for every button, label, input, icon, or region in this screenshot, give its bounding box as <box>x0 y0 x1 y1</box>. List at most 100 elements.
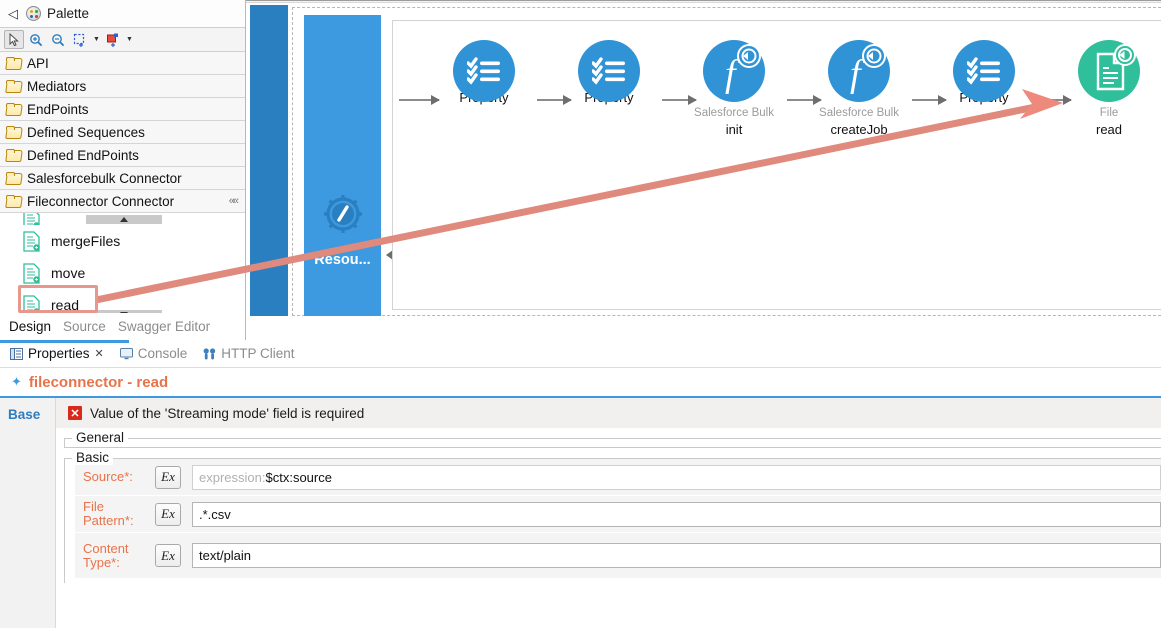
node-file-read[interactable]: File read <box>1066 34 1152 142</box>
source-input[interactable]: expression: $ctx:source <box>192 464 1161 490</box>
field-row-file-pattern: File Pattern*: Ex .*.csv <box>75 496 1161 533</box>
node-name: init <box>725 122 743 137</box>
tab-console[interactable]: Console <box>119 346 188 361</box>
cursor-arrow-icon[interactable] <box>4 30 24 49</box>
palette-group-endpoints[interactable]: EndPoints <box>0 98 245 121</box>
section-legend: Basic <box>72 450 114 465</box>
chevron-left-icon[interactable]: ◁ <box>6 7 20 20</box>
properties-icon <box>10 347 23 360</box>
node-salesforce-bulk-createjob[interactable]: f Salesforce Bulk createJob <box>816 40 902 137</box>
palette-panel: ◁ Palette ▼ ▼ API Mediators EndPoints De… <box>0 0 246 321</box>
zoom-in-icon[interactable] <box>26 30 46 49</box>
error-banner: ✕ Value of the 'Streaming mode' field is… <box>56 398 1161 428</box>
node-subtitle: Salesforce Bulk <box>819 107 899 119</box>
properties-side-nav: Base <box>0 398 56 628</box>
expression-toggle-button[interactable]: Ex <box>155 502 181 526</box>
folder-icon <box>6 57 21 69</box>
close-icon[interactable]: ✕ <box>95 347 104 360</box>
node-salesforce-bulk-init[interactable]: f Salesforce Bulk init <box>691 40 777 137</box>
palette-item-mergefiles[interactable]: mergeFiles <box>0 225 245 257</box>
expression-toggle-button[interactable]: Ex <box>155 465 181 489</box>
tab-label: Properties <box>28 346 90 361</box>
double-chevron-left-icon[interactable]: «« <box>229 195 239 207</box>
sequence-start-bar <box>250 5 288 316</box>
tab-swagger-editor[interactable]: Swagger Editor <box>118 319 210 334</box>
resource-label: Resou... <box>314 252 371 268</box>
scroll-up-arrow[interactable] <box>86 215 162 224</box>
sidebar-item-base[interactable]: Base <box>0 407 55 422</box>
connector-function-icon: f <box>703 40 765 102</box>
zoom-out-icon[interactable] <box>48 30 68 49</box>
palette-header: ◁ Palette <box>0 0 245 28</box>
marquee-dropdown-caret[interactable]: ▼ <box>92 30 101 49</box>
node-property-1[interactable]: Property <box>441 40 527 105</box>
palette-group-label: Fileconnector Connector <box>27 193 175 209</box>
palette-group-defined-endpoints[interactable]: Defined EndPoints <box>0 144 245 167</box>
node-subtitle: Salesforce Bulk <box>694 107 774 119</box>
folder-icon <box>6 103 21 115</box>
palette-title: Palette <box>47 6 90 21</box>
content-type-input[interactable]: text/plain <box>192 543 1161 568</box>
palette-item-label: read <box>51 297 80 313</box>
page-title: fileconnector - read <box>28 373 169 391</box>
properties-form: ✕ Value of the 'Streaming mode' field is… <box>56 398 1161 628</box>
folder-icon <box>6 126 21 138</box>
file-doc-icon <box>22 230 41 252</box>
tab-label: Console <box>137 346 188 361</box>
resource-bar[interactable]: Resou... <box>304 15 381 316</box>
palette-group-mediators[interactable]: Mediators <box>0 75 245 98</box>
properties-tab-bar: Properties ✕ Console HTTP Client <box>0 340 1161 368</box>
palette-icon <box>26 6 41 21</box>
add-node-icon[interactable] <box>103 30 123 49</box>
property-icon <box>578 40 640 102</box>
tab-properties[interactable]: Properties ✕ <box>10 346 104 361</box>
section-legend: General <box>72 430 129 445</box>
section-border <box>64 438 1161 448</box>
marquee-select-icon[interactable] <box>70 30 90 49</box>
field-row-source: Source*: Ex expression: $ctx:source <box>75 459 1161 496</box>
properties-body: Base ✕ Value of the 'Streaming mode' fie… <box>0 398 1161 628</box>
section-basic: Basic Source*: Ex expression: $ctx:sourc… <box>64 450 1161 583</box>
diamond-icon: ✦ <box>11 374 22 389</box>
properties-panel: Properties ✕ Console HTTP Client ✦ filec… <box>0 340 1161 630</box>
palette-group-label: Mediators <box>27 78 87 94</box>
palette-item-label: move <box>51 265 86 281</box>
console-icon <box>119 347 133 360</box>
file-doc-icon <box>22 262 41 284</box>
connector-function-icon: f <box>828 40 890 102</box>
section-border: Source*: Ex expression: $ctx:source File… <box>64 458 1161 583</box>
diagram-canvas[interactable]: Resou... Property <box>246 0 1161 340</box>
property-icon <box>453 40 515 102</box>
field-label: File Pattern*: <box>83 499 134 528</box>
add-node-dropdown-caret[interactable]: ▼ <box>125 30 134 49</box>
error-message: Value of the 'Streaming mode' field is r… <box>90 405 365 421</box>
file-pattern-input[interactable]: .*.csv <box>192 501 1161 527</box>
error-icon: ✕ <box>68 406 82 420</box>
palette-group-fileconnector-connector[interactable]: Fileconnector Connector «« <box>0 190 245 213</box>
section-general: General <box>64 430 1161 448</box>
palette-group-label: EndPoints <box>27 101 89 117</box>
palette-toolbar: ▼ ▼ <box>0 28 245 52</box>
node-name: read <box>1095 122 1123 137</box>
http-client-icon <box>203 347 216 360</box>
folder-icon <box>6 149 21 161</box>
folder-icon <box>6 172 21 184</box>
node-name: createJob <box>830 122 888 137</box>
tab-source[interactable]: Source <box>63 319 106 334</box>
field-label: Content Type*: <box>83 540 129 570</box>
palette-group-api[interactable]: API <box>0 52 245 75</box>
canvas-top-divider <box>246 0 1161 3</box>
node-property-2[interactable]: Property <box>566 40 652 105</box>
folder-icon <box>6 195 21 207</box>
expression-toggle-button[interactable]: Ex <box>155 544 181 567</box>
tab-design[interactable]: Design <box>9 319 51 334</box>
node-subtitle: File <box>1099 107 1119 119</box>
tab-http-client[interactable]: HTTP Client <box>203 346 295 361</box>
palette-item-label: mergeFiles <box>51 233 121 249</box>
connector-arrow <box>399 95 440 105</box>
folder-icon <box>6 80 21 92</box>
node-property-3[interactable]: Property <box>941 40 1027 105</box>
palette-group-salesforcebulk-connector[interactable]: Salesforcebulk Connector <box>0 167 245 190</box>
palette-group-defined-sequences[interactable]: Defined Sequences <box>0 121 245 144</box>
palette-item-move[interactable]: move <box>0 257 245 289</box>
